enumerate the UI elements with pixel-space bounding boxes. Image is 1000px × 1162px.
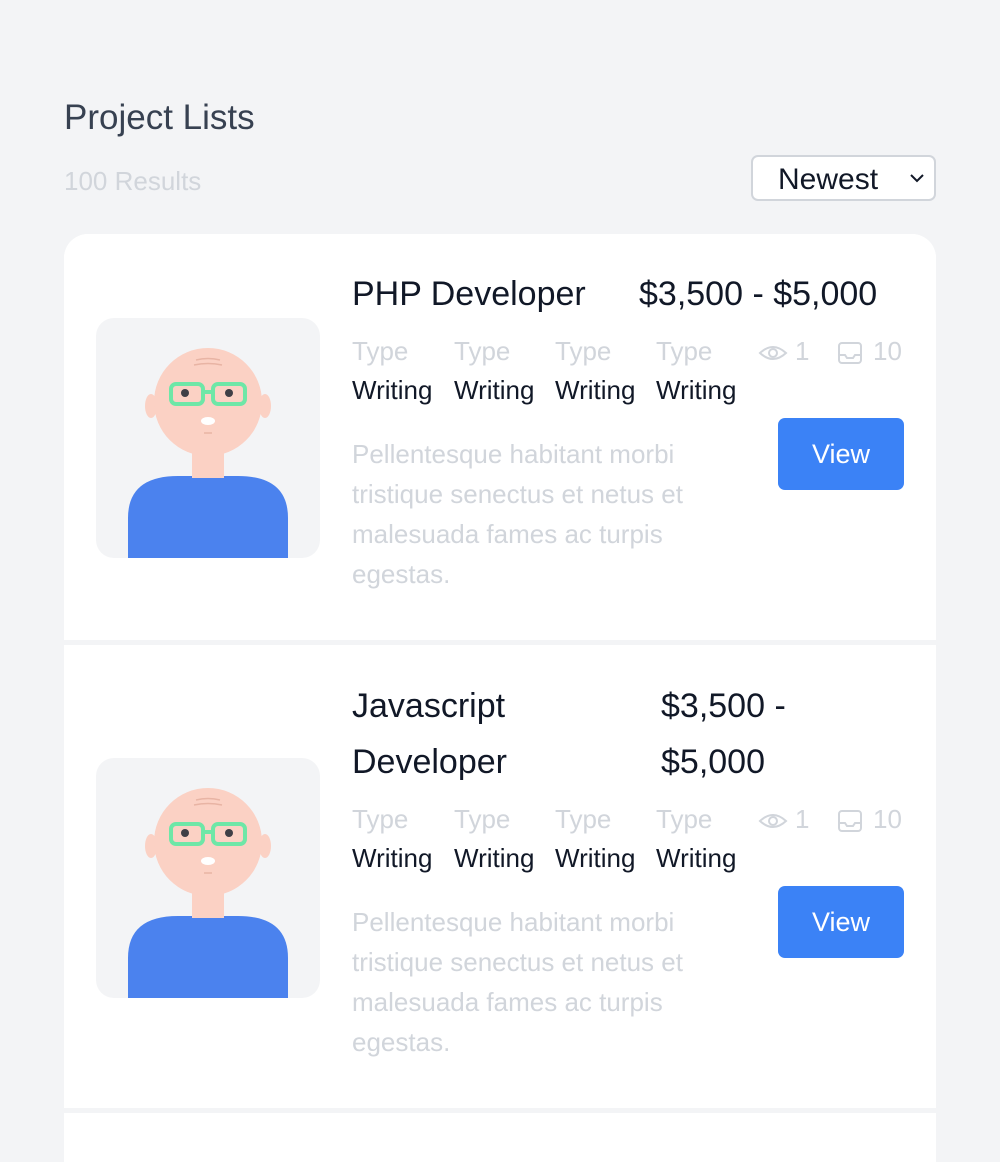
type-value: Writing [352, 375, 433, 405]
project-list: PHP Developer $3,500 - $5,000 Type Type … [64, 234, 936, 1162]
project-price-line: $5,000 [661, 743, 765, 781]
type-label: Type [656, 804, 713, 834]
views-stat: 1 [758, 336, 818, 366]
inbox-count: 10 [873, 336, 902, 366]
views-stat: 1 [758, 804, 818, 834]
avatar-illustration [128, 348, 288, 558]
sort-selected-value: Newest [778, 163, 879, 196]
project-card [64, 1113, 936, 1162]
view-button[interactable]: View [778, 886, 904, 958]
eye-icon [758, 814, 788, 828]
inbox-icon [838, 342, 862, 364]
type-value: Writing [555, 843, 636, 873]
type-value: Writing [555, 375, 636, 405]
inbox-icon [838, 810, 862, 832]
project-card: Javascript Developer $3,500 - $5,000 Typ… [64, 645, 936, 1108]
type-value: Writing [454, 843, 535, 873]
inbox-stat: 10 [837, 336, 907, 366]
type-label: Type [352, 804, 409, 834]
type-label: Type [555, 804, 612, 834]
type-label: Type [454, 336, 511, 366]
type-label: Type [656, 336, 713, 366]
type-value: Writing [656, 843, 737, 873]
inbox-stat: 10 [837, 804, 907, 834]
project-description: Pellentesque habitant morbi tristique se… [352, 439, 683, 589]
type-value: Writing [352, 843, 433, 873]
sort-select[interactable]: Newest [751, 155, 936, 201]
views-count: 1 [795, 804, 810, 834]
project-title-line: Javascript [352, 687, 506, 725]
view-button[interactable]: View [778, 418, 904, 490]
project-price: $3,500 - $5,000 [661, 678, 786, 790]
project-card: PHP Developer $3,500 - $5,000 Type Type … [64, 234, 936, 640]
project-description: Pellentesque habitant morbi tristique se… [352, 907, 683, 1057]
chevron-down-icon [910, 174, 924, 183]
type-value: Writing [656, 375, 737, 405]
type-value: Writing [454, 375, 535, 405]
avatar-illustration [128, 788, 288, 998]
project-price: $3,500 - $5,000 [639, 275, 878, 313]
avatar [96, 758, 320, 998]
project-title: Javascript Developer [352, 678, 507, 790]
project-title: PHP Developer [352, 275, 586, 313]
type-label: Type [454, 804, 511, 834]
type-label: Type [555, 336, 612, 366]
eye-icon [758, 346, 788, 360]
project-price-line: $3,500 - [661, 687, 786, 725]
results-count: 100 Results [64, 166, 202, 196]
page-title: Project Lists [64, 98, 255, 137]
inbox-count: 10 [873, 804, 902, 834]
avatar [96, 318, 320, 558]
type-label: Type [352, 336, 409, 366]
views-count: 1 [795, 336, 810, 366]
project-title-line: Developer [352, 743, 507, 781]
